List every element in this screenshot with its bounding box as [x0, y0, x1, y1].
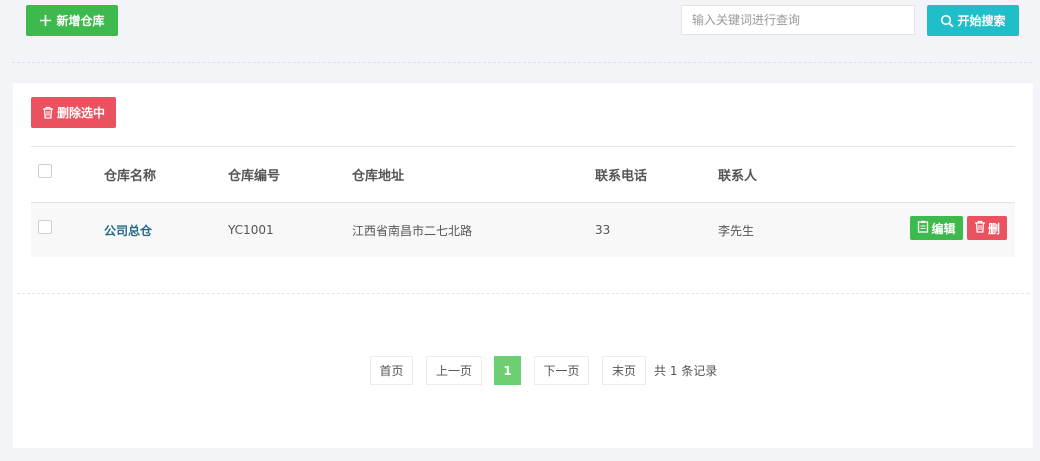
column-header-phone[interactable]: 联系电话	[595, 147, 647, 202]
table-row: 公司总仓 YC1001 江西省南昌市二七北路 33 李先生 编辑 删	[31, 203, 1015, 257]
search-icon	[940, 14, 954, 28]
delete-selected-label: 删除选中	[56, 106, 105, 120]
delete-selected-button[interactable]: 删除选中	[31, 97, 116, 128]
warehouse-code: YC1001	[228, 223, 274, 237]
add-warehouse-button[interactable]: 新增仓库	[26, 5, 118, 36]
search-button-label: 开始搜索	[957, 14, 1006, 28]
warehouse-table: 仓库名称 仓库编号 仓库地址 联系电话 联系人 公司总仓 YC1001 江西省南…	[31, 146, 1015, 257]
search-button[interactable]: 开始搜索	[927, 5, 1019, 36]
pagination-first[interactable]: 首页	[370, 356, 413, 385]
pagination-prev[interactable]: 上一页	[426, 356, 482, 385]
clipboard-icon	[917, 220, 929, 236]
plus-icon	[39, 14, 52, 27]
warehouse-name-link[interactable]: 公司总仓	[104, 222, 152, 239]
delete-row-label: 删	[987, 221, 1000, 236]
trash-icon	[42, 106, 54, 119]
row-checkbox[interactable]	[38, 220, 52, 234]
pagination-current-page[interactable]: 1	[494, 356, 521, 385]
edit-button-label: 编辑	[931, 221, 956, 236]
pagination-total: 共 1 条记录	[654, 364, 718, 378]
warehouse-address: 江西省南昌市二七北路	[352, 223, 473, 238]
search-input[interactable]	[681, 5, 915, 35]
add-warehouse-label: 新增仓库	[56, 14, 105, 28]
table-divider	[17, 293, 1029, 294]
trash-icon	[974, 220, 986, 236]
pagination-last[interactable]: 末页	[602, 356, 646, 385]
pagination-next[interactable]: 下一页	[534, 356, 589, 385]
edit-button[interactable]: 编辑	[910, 216, 963, 240]
warehouse-contact: 李先生	[718, 223, 755, 238]
column-header-contact[interactable]: 联系人	[718, 147, 757, 202]
toolbar-divider	[12, 62, 1032, 63]
column-header-address[interactable]: 仓库地址	[352, 147, 404, 202]
warehouse-phone: 33	[595, 223, 611, 237]
select-all-checkbox[interactable]	[38, 164, 52, 178]
column-header-name[interactable]: 仓库名称	[104, 147, 156, 202]
delete-row-button[interactable]: 删	[967, 216, 1007, 240]
column-header-code[interactable]: 仓库编号	[228, 147, 280, 202]
table-header: 仓库名称 仓库编号 仓库地址 联系电话 联系人	[31, 146, 1015, 203]
warehouse-panel: 删除选中 仓库名称 仓库编号 仓库地址 联系电话 联系人 公司总仓 YC1001…	[13, 83, 1033, 448]
